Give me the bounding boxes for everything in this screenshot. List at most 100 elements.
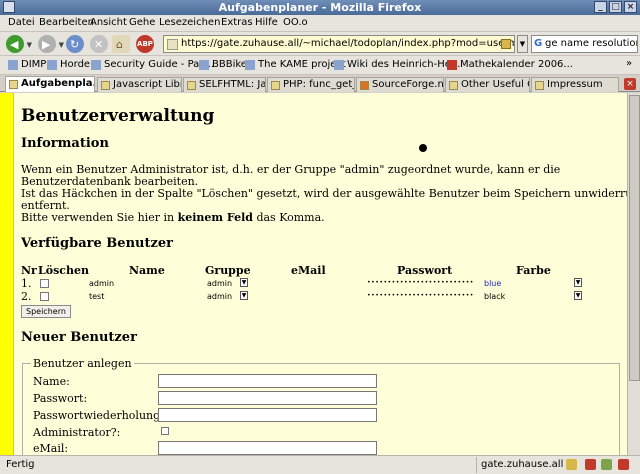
password-label: Passwort: [33, 392, 88, 405]
column-header-group: Gruppe [205, 264, 251, 277]
bookmark-label: Horde [60, 59, 91, 70]
adblock-status-icon[interactable] [585, 459, 596, 470]
close-window-icon[interactable]: × [624, 1, 637, 13]
menu-hilfe[interactable]: Hilfe [255, 17, 278, 28]
stop-button[interactable]: ✕ [90, 35, 108, 53]
email-field[interactable] [158, 441, 377, 455]
comma-note-text-end: das Komma. [252, 211, 325, 224]
site-favicon-icon [167, 39, 178, 50]
row-number: 1. [21, 277, 32, 290]
lock-icon[interactable] [501, 39, 511, 49]
menu-lesezeichen[interactable]: Lesezeichen [159, 17, 220, 28]
forward-button[interactable]: ▶ ▼ [38, 35, 64, 53]
back-button[interactable]: ◀ ▼ [6, 35, 32, 53]
menu-ansicht[interactable]: Ansicht [90, 17, 127, 28]
tab-sourceforge[interactable]: SourceForge.n... [356, 77, 444, 92]
tab-favicon-icon [360, 81, 369, 90]
tab-other-useful[interactable]: Other Useful C... [445, 77, 530, 92]
password-repeat-field[interactable] [158, 408, 377, 422]
color-select-chevron-icon[interactable]: ▼ [574, 278, 582, 287]
tab-php[interactable]: PHP: func_get_... [267, 77, 355, 92]
vertical-scrollbar[interactable] [627, 93, 640, 455]
tab-label: Javascript Libra... [113, 79, 181, 90]
extension-status-icon[interactable] [601, 459, 612, 470]
group-select-chevron-icon[interactable]: ▼ [240, 291, 248, 300]
lock-status-icon[interactable] [566, 459, 577, 470]
url-dropdown-button[interactable]: ▼ [517, 35, 528, 53]
window-title: Aufgabenplaner - Mozilla Firefox [218, 1, 422, 14]
close-tab-icon[interactable]: × [624, 78, 636, 90]
bookmark-icon [199, 60, 209, 70]
fieldset-legend: Benutzer anlegen [31, 357, 134, 370]
comma-note-text: Bitte verwenden Sie hier in [21, 211, 178, 224]
back-dropdown-icon[interactable]: ▼ [27, 41, 32, 49]
user-color: black [484, 292, 506, 301]
navigation-toolbar: ◀ ▼ ▶ ▼ ↻ ✕ ⌂ ABP https://gate.zuhause.all… [0, 32, 640, 56]
bookmark-icon [447, 60, 457, 70]
maximize-icon[interactable]: □ [609, 1, 622, 13]
mouse-cursor [419, 144, 427, 152]
bookmark-label: The KAME project [258, 59, 346, 70]
new-user-heading: Neuer Benutzer [21, 330, 137, 345]
delete-checkbox[interactable] [40, 292, 49, 301]
menu-ooo[interactable]: OO.o [283, 17, 308, 28]
bookmark-mathekalender[interactable]: Mathekalender 2006... [447, 59, 573, 70]
info-heading: Information [21, 136, 109, 151]
save-button[interactable]: Speichern [21, 305, 71, 318]
bookmark-icon [245, 60, 255, 70]
home-button[interactable]: ⌂ [112, 35, 130, 53]
menu-datei[interactable]: Datei [8, 17, 35, 28]
reload-button[interactable]: ↻ [66, 35, 84, 53]
administrator-checkbox[interactable] [161, 427, 169, 435]
user-password[interactable]: •••••••••••••••••••••••••• [367, 279, 474, 286]
user-password[interactable]: •••••••••••••••••••••••••• [367, 292, 474, 299]
column-header-password: Passwort [397, 264, 453, 277]
name-field[interactable] [158, 374, 377, 388]
google-search-icon[interactable]: G [534, 38, 542, 49]
bookmark-kame[interactable]: The KAME project [245, 59, 346, 70]
password-repeat-label: Passwortwiederholung: [33, 409, 164, 422]
bookmarks-overflow-icon[interactable]: » [626, 58, 632, 69]
search-input[interactable]: G ge name resolution [531, 35, 638, 53]
url-bar[interactable]: https://gate.zuhause.all/~michael/todopl… [163, 35, 515, 53]
adblock-button[interactable]: ABP [136, 35, 154, 53]
tab-impressum[interactable]: Impressum [531, 77, 619, 92]
bookmark-horde[interactable]: Horde [47, 59, 90, 70]
users-heading: Verfügbare Benutzer [21, 236, 173, 251]
tab-label: Aufgabenpla... [21, 78, 94, 89]
forward-dropdown-icon[interactable]: ▼ [59, 41, 64, 49]
minimize-icon[interactable]: _ [594, 1, 607, 13]
column-header-nr: Nr [21, 264, 37, 277]
menu-gehe[interactable]: Gehe [129, 17, 155, 28]
delete-checkbox[interactable] [40, 279, 49, 288]
bookmarks-toolbar: DIMP Horde Security Guide - Pas... BBBik… [0, 56, 640, 75]
scrollbar-thumb[interactable] [629, 95, 640, 381]
bookmark-icon [47, 60, 57, 70]
user-group: admin [207, 279, 233, 288]
user-color: blue [484, 279, 502, 288]
bookmark-label: Wiki des Heinrich-He... [347, 59, 461, 70]
tab-aufgabenplaner[interactable]: Aufgabenpla... [5, 76, 95, 92]
bookmark-icon [8, 60, 18, 70]
back-arrow-icon: ◀ [10, 38, 19, 51]
bookmark-label: Security Guide - Pas... [104, 59, 215, 70]
tab-javascript-libraries[interactable]: Javascript Libra... [97, 77, 182, 92]
user-name: test [89, 292, 105, 301]
menu-extras[interactable]: Extras [221, 17, 253, 28]
noscript-status-icon[interactable] [618, 459, 629, 470]
group-select-chevron-icon[interactable]: ▼ [240, 278, 248, 287]
tab-selfhtml[interactable]: SELFHTML: Jav... [183, 77, 266, 92]
bookmark-wiki[interactable]: Wiki des Heinrich-He... [334, 59, 460, 70]
page-title: Benutzerverwaltung [21, 106, 215, 126]
bookmark-dimp[interactable]: DIMP [8, 59, 46, 70]
bookmark-bbbike[interactable]: BBBike [199, 59, 247, 70]
status-bar: Fertig gate.zuhause.all [0, 455, 640, 474]
comma-note-bold: keinem Feld [177, 211, 253, 224]
bookmark-label: DIMP [21, 59, 47, 70]
color-select-chevron-icon[interactable]: ▼ [574, 291, 582, 300]
password-field[interactable] [158, 391, 377, 405]
bookmark-security-guide[interactable]: Security Guide - Pas... [91, 59, 214, 70]
tab-favicon-icon [271, 81, 280, 90]
url-text: https://gate.zuhause.all/~michael/todopl… [181, 38, 515, 49]
menu-bearbeiten[interactable]: Bearbeiten [39, 17, 94, 28]
